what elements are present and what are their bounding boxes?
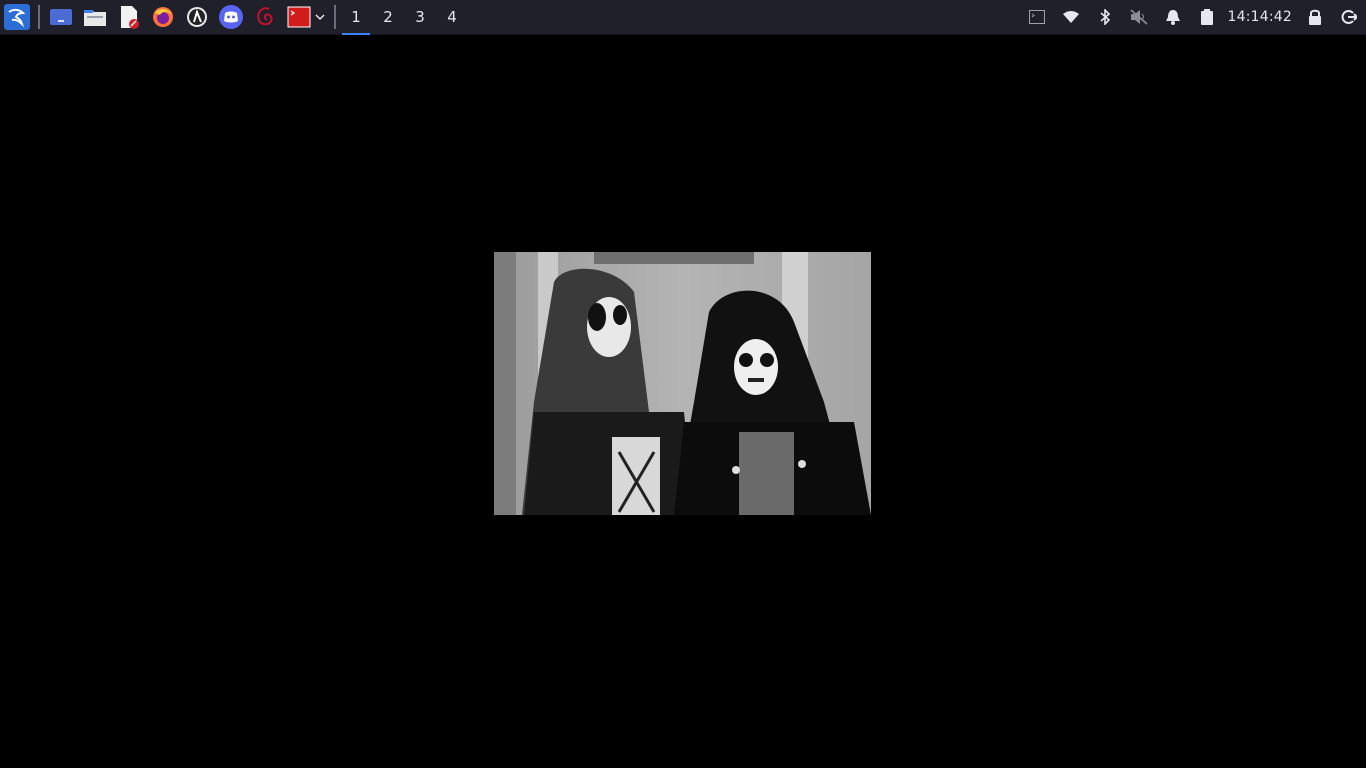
bluetooth-icon[interactable] (1088, 0, 1122, 35)
taskbar-separator (334, 5, 336, 29)
displayed-photo[interactable] (494, 252, 871, 515)
workspace-4[interactable]: 4 (436, 0, 468, 35)
steam-icon[interactable] (180, 0, 214, 35)
chevron-down-icon (315, 14, 325, 21)
text-editor-icon[interactable] (112, 0, 146, 35)
terminal-icon[interactable] (282, 0, 330, 35)
volume-muted-icon[interactable] (1122, 0, 1156, 35)
system-tray: 14:14:42 (1020, 0, 1366, 35)
taskbar-separator (38, 5, 40, 29)
workspace-label: 1 (351, 8, 361, 26)
workspace-3[interactable]: 3 (404, 0, 436, 35)
workspace-label: 3 (415, 8, 425, 26)
workspace-label: 4 (447, 8, 457, 26)
wifi-icon[interactable] (1054, 0, 1088, 35)
clipboard-icon[interactable] (1190, 0, 1224, 35)
notifications-bell-icon[interactable] (1156, 0, 1190, 35)
desktop-app-icon[interactable] (44, 0, 78, 35)
workspace-2[interactable]: 2 (372, 0, 404, 35)
taskbar: 1 2 3 4 14:14:42 (0, 0, 1366, 35)
file-manager-icon[interactable] (78, 0, 112, 35)
terminal-tray-icon[interactable] (1020, 0, 1054, 35)
logout-icon[interactable] (1332, 0, 1366, 35)
debian-icon[interactable] (248, 0, 282, 35)
discord-icon[interactable] (214, 0, 248, 35)
lock-icon[interactable] (1298, 0, 1332, 35)
workspace-1[interactable]: 1 (340, 0, 372, 35)
firefox-icon[interactable] (146, 0, 180, 35)
kali-menu-icon[interactable] (0, 0, 34, 35)
clock[interactable]: 14:14:42 (1224, 9, 1298, 25)
workspace-label: 2 (383, 8, 393, 26)
